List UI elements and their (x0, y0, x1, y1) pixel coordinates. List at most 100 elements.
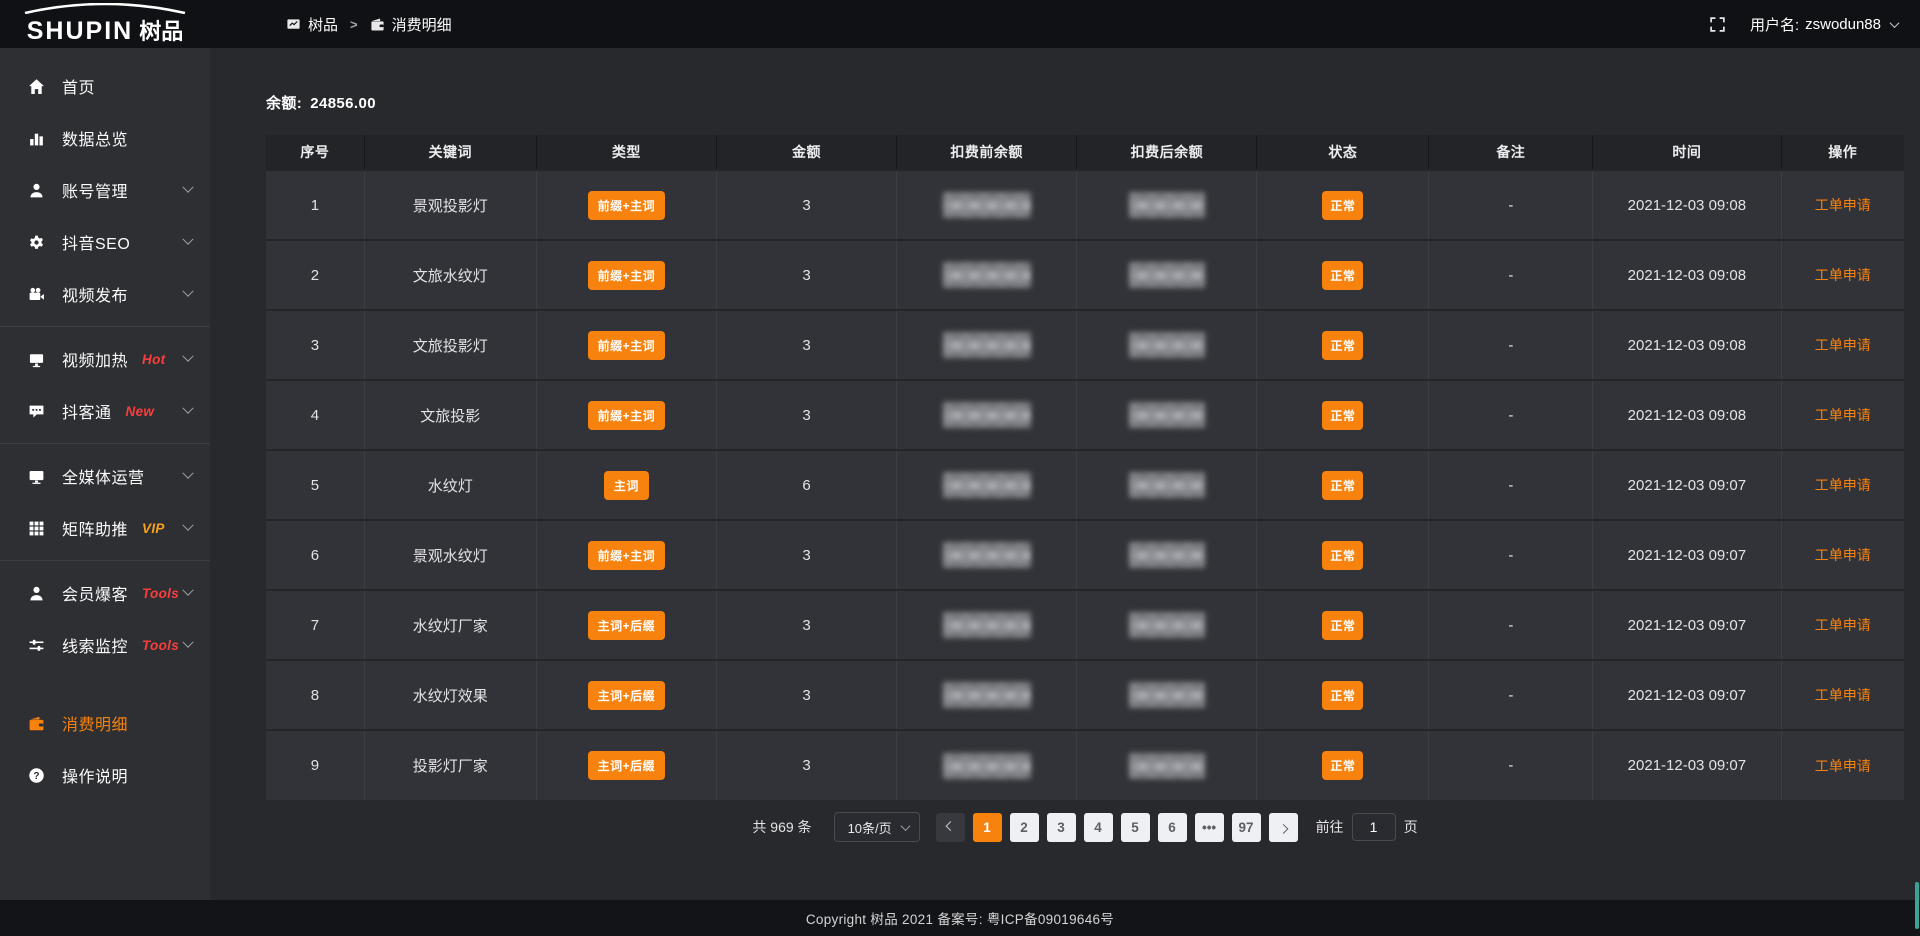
page-button-active[interactable]: 1 (973, 813, 1002, 842)
cell-time: 2021-12-03 09:07 (1593, 660, 1781, 730)
sidebar-item-badge: Tools (142, 586, 179, 601)
work-order-link[interactable]: 工单申请 (1815, 407, 1871, 423)
cell-balance-after (1077, 730, 1257, 800)
sliders-icon (28, 636, 48, 654)
cell-note: - (1429, 450, 1593, 520)
goto-label: 前往 (1316, 817, 1344, 837)
question-icon: ? (28, 766, 48, 784)
cell-balance-before (897, 590, 1077, 660)
sidebar-item-matrix-boost[interactable]: 矩阵助推 VIP (0, 502, 210, 554)
sidebar-item-douyin-seo[interactable]: 抖音SEO (0, 216, 210, 268)
cell-balance-before (897, 240, 1077, 310)
more-pages-button[interactable]: ••• (1195, 813, 1224, 842)
gear-icon (28, 233, 48, 251)
cell-balance-after (1077, 590, 1257, 660)
goto-page: 前往 页 (1316, 813, 1418, 841)
work-order-link[interactable]: 工单申请 (1815, 547, 1871, 563)
chevron-down-icon (182, 234, 193, 245)
work-order-link[interactable]: 工单申请 (1815, 337, 1871, 353)
cell-keyword: 文旅投影 (364, 380, 536, 450)
chevron-down-icon (900, 821, 910, 831)
cell-balance-after (1077, 520, 1257, 590)
page-button[interactable]: 3 (1047, 813, 1076, 842)
scrollbar-thumb[interactable] (1915, 882, 1919, 929)
sidebar-item-home[interactable]: 首页 (0, 60, 210, 112)
cell-time: 2021-12-03 09:07 (1593, 590, 1781, 660)
cell-action: 工单申请 (1781, 730, 1904, 800)
cell-action: 工单申请 (1781, 660, 1904, 730)
chevron-down-icon (182, 286, 193, 297)
masked-balance-after (1129, 472, 1205, 498)
sidebar-item-consumption-detail[interactable]: 消费明细 (0, 697, 210, 749)
breadcrumb-item-root[interactable]: 树品 (286, 14, 338, 35)
type-badge: 前缀+主词 (588, 261, 666, 290)
sidebar-item-clue-monitor[interactable]: 线索监控 Tools (0, 619, 210, 671)
dashboard-icon (286, 17, 301, 32)
middle: 首页 数据总览 账号管理 抖音SEO 视频发布 视频加热 Hot 抖客通 New… (0, 48, 1920, 900)
page-button[interactable]: 6 (1158, 813, 1187, 842)
status-badge: 正常 (1322, 681, 1363, 710)
fullscreen-icon[interactable] (1709, 16, 1726, 33)
cell-type: 前缀+主词 (536, 240, 716, 310)
status-badge: 正常 (1322, 331, 1363, 360)
user-menu[interactable]: 用户名: zswodun88 (1750, 14, 1898, 35)
page-button[interactable]: 2 (1010, 813, 1039, 842)
chart-icon (28, 129, 48, 147)
work-order-link[interactable]: 工单申请 (1815, 617, 1871, 633)
sidebar-item-label: 全媒体运营 (62, 464, 145, 488)
cell-time: 2021-12-03 09:07 (1593, 730, 1781, 800)
sidebar-item-data-overview[interactable]: 数据总览 (0, 112, 210, 164)
cell-type: 主词+后缀 (536, 590, 716, 660)
work-order-link[interactable]: 工单申请 (1815, 687, 1871, 703)
goto-page-input[interactable] (1352, 813, 1396, 841)
cell-balance-after (1077, 310, 1257, 380)
sidebar-item-badge: Tools (142, 638, 179, 653)
balance-value: 24856.00 (310, 95, 376, 112)
grid-icon (28, 519, 48, 537)
next-page-button[interactable] (1269, 813, 1298, 842)
type-badge: 前缀+主词 (588, 331, 666, 360)
sidebar-item-media-operation[interactable]: 全媒体运营 (0, 450, 210, 502)
type-badge: 前缀+主词 (588, 541, 666, 570)
topbar: SHUPIN 树品 树品 > 消费明细 (0, 0, 1920, 48)
sidebar-item-video-publish[interactable]: 视频发布 (0, 268, 210, 320)
user-icon (28, 181, 48, 199)
sidebar-spacer (0, 671, 210, 697)
breadcrumb-current-label: 消费明细 (392, 14, 452, 35)
table-row: 8 水纹灯效果 主词+后缀 3 正常 - 2021-12-03 09:07 工单… (266, 660, 1904, 730)
work-order-link[interactable]: 工单申请 (1815, 197, 1871, 213)
masked-balance-before (943, 402, 1031, 428)
column-header: 备注 (1429, 135, 1593, 170)
page-button[interactable]: 5 (1121, 813, 1150, 842)
work-order-link[interactable]: 工单申请 (1815, 758, 1871, 774)
work-order-link[interactable]: 工单申请 (1815, 267, 1871, 283)
page-button[interactable]: 4 (1084, 813, 1113, 842)
table-header: 序号关键词类型金额扣费前余额扣费后余额状态备注时间操作 (266, 135, 1904, 170)
sidebar-item-douketong[interactable]: 抖客通 New (0, 385, 210, 437)
page-button[interactable]: 97 (1232, 813, 1261, 842)
cell-balance-before (897, 520, 1077, 590)
cell-keyword: 文旅投影灯 (364, 310, 536, 380)
prev-page-button[interactable] (936, 813, 965, 842)
masked-balance-after (1129, 402, 1205, 428)
cell-status: 正常 (1257, 310, 1429, 380)
copyright-text: Copyright 树品 2021 备案号: 粤ICP备09019646号 (806, 908, 1114, 928)
sidebar-item-video-heat[interactable]: 视频加热 Hot (0, 333, 210, 385)
sidebar-item-label: 线索监控 (62, 633, 128, 657)
total-count: 共 969 条 (752, 817, 811, 837)
sidebar-item-operation-guide[interactable]: ? 操作说明 (0, 749, 210, 801)
app-logo[interactable]: SHUPIN 树品 (0, 3, 210, 46)
cell-note: - (1429, 170, 1593, 240)
table-row: 1 景观投影灯 前缀+主词 3 正常 - 2021-12-03 09:08 工单… (266, 170, 1904, 240)
cell-note: - (1429, 660, 1593, 730)
sidebar-item-member-baoke[interactable]: 会员爆客 Tools (0, 567, 210, 619)
sidebar-item-account-management[interactable]: 账号管理 (0, 164, 210, 216)
cell-index: 4 (266, 380, 364, 450)
goto-unit: 页 (1404, 817, 1418, 837)
cell-amount: 3 (716, 240, 896, 310)
page-size-select[interactable]: 10条/页 (834, 812, 920, 842)
cell-time: 2021-12-03 09:08 (1593, 240, 1781, 310)
breadcrumb-item-current[interactable]: 消费明细 (370, 14, 452, 35)
column-header: 金额 (716, 135, 896, 170)
work-order-link[interactable]: 工单申请 (1815, 477, 1871, 493)
